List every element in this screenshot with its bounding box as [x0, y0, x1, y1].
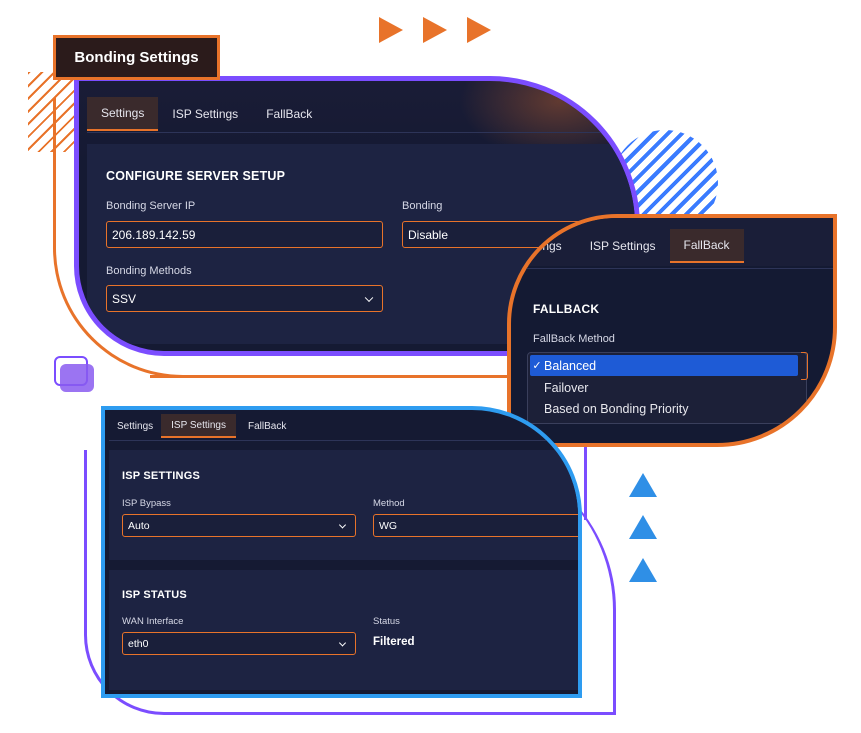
isp-status-card: ISP STATUS WAN Interface eth0 Status Fil… — [109, 570, 578, 690]
isp-tabs: Settings ISP Settings FallBack — [109, 414, 298, 438]
decorative-square — [60, 364, 94, 392]
fallback-method-label: FallBack Method — [533, 333, 615, 345]
tab-settings[interactable]: Settings — [109, 414, 161, 438]
bonding-server-ip-label: Bonding Server IP — [106, 200, 196, 212]
method-label: Method — [373, 498, 405, 509]
triangle-up-icon — [629, 515, 657, 539]
status-value: Filtered — [373, 636, 415, 648]
isp-bypass-value: Auto — [128, 519, 150, 532]
isp-settings-card: ISP SETTINGS ISP Bypass Auto Method WG — [109, 450, 578, 560]
bonding-value: Disable — [408, 227, 449, 242]
wan-interface-select[interactable]: eth0 — [122, 632, 356, 655]
play-arrow-icon — [423, 17, 447, 43]
isp-settings-heading: ISP SETTINGS — [122, 470, 200, 482]
decorative-purple-frame-side — [584, 440, 587, 520]
tab-isp-settings[interactable]: ISP Settings — [576, 229, 670, 263]
isp-bypass-label: ISP Bypass — [122, 498, 171, 509]
bonding-methods-label: Bonding Methods — [106, 265, 192, 277]
check-icon: ✓ — [532, 360, 542, 372]
isp-bypass-select[interactable]: Auto — [122, 514, 356, 537]
fallback-panel: ttings ISP Settings FallBack FALLBACK Fa… — [507, 214, 837, 447]
chevron-down-icon — [338, 520, 347, 529]
option-label: Failover — [544, 381, 589, 395]
tabs-divider — [87, 132, 635, 133]
bonding-methods-value: SSV — [112, 291, 137, 306]
isp-settings-panel: Settings ISP Settings FallBack ISP SETTI… — [101, 406, 582, 698]
play-arrow-icon — [467, 17, 491, 43]
fallback-heading: FALLBACK — [533, 302, 600, 316]
isp-status-heading: ISP STATUS — [122, 589, 187, 601]
method-value: WG — [379, 519, 398, 532]
dropdown-option-failover[interactable]: Failover — [544, 378, 588, 398]
fallback-tabs: ttings ISP Settings FallBack — [533, 229, 744, 263]
tabs-divider — [511, 268, 833, 269]
dropdown-option-balanced[interactable]: ✓ Balanced — [530, 355, 798, 376]
method-select[interactable]: WG — [373, 514, 578, 537]
tab-settings[interactable]: Settings — [87, 97, 159, 131]
fallback-select-edge — [801, 352, 808, 380]
tab-isp-settings[interactable]: ISP Settings — [161, 414, 236, 438]
status-label: Status — [373, 616, 400, 627]
wan-interface-label: WAN Interface — [122, 616, 184, 627]
bonding-server-ip-input[interactable]: 206.189.142.59 — [106, 221, 383, 248]
bonding-methods-select[interactable]: SSV — [106, 285, 383, 312]
option-label: Based on Bonding Priority — [544, 402, 689, 416]
triangle-up-icon — [629, 558, 657, 582]
tab-fallback[interactable]: FallBack — [669, 229, 744, 263]
title-badge: Bonding Settings — [53, 35, 220, 80]
tab-fallback[interactable]: FallBack — [236, 414, 298, 438]
option-label: Balanced — [544, 358, 597, 373]
decorative-orange-frame-bottom — [150, 375, 520, 378]
bonding-server-ip-value: 206.189.142.59 — [112, 227, 196, 242]
section-heading: CONFIGURE SERVER SETUP — [106, 169, 286, 183]
chevron-down-icon — [338, 638, 347, 647]
chevron-down-icon — [364, 293, 374, 302]
play-arrow-icon — [379, 17, 403, 43]
triangle-up-icon — [629, 473, 657, 497]
dropdown-option-bonding-priority[interactable]: Based on Bonding Priority — [544, 399, 689, 419]
page-title: Bonding Settings — [74, 49, 199, 66]
bonding-label: Bonding — [402, 200, 443, 212]
fallback-method-dropdown[interactable]: ✓ Balanced Failover Based on Bonding Pri… — [527, 352, 807, 424]
settings-tabs: Settings ISP Settings FallBack — [87, 97, 326, 131]
tab-isp-settings[interactable]: ISP Settings — [158, 97, 252, 131]
tabs-divider — [109, 440, 578, 441]
tab-settings[interactable]: ttings — [533, 229, 576, 263]
wan-interface-value: eth0 — [128, 637, 149, 650]
tab-fallback[interactable]: FallBack — [252, 97, 326, 131]
